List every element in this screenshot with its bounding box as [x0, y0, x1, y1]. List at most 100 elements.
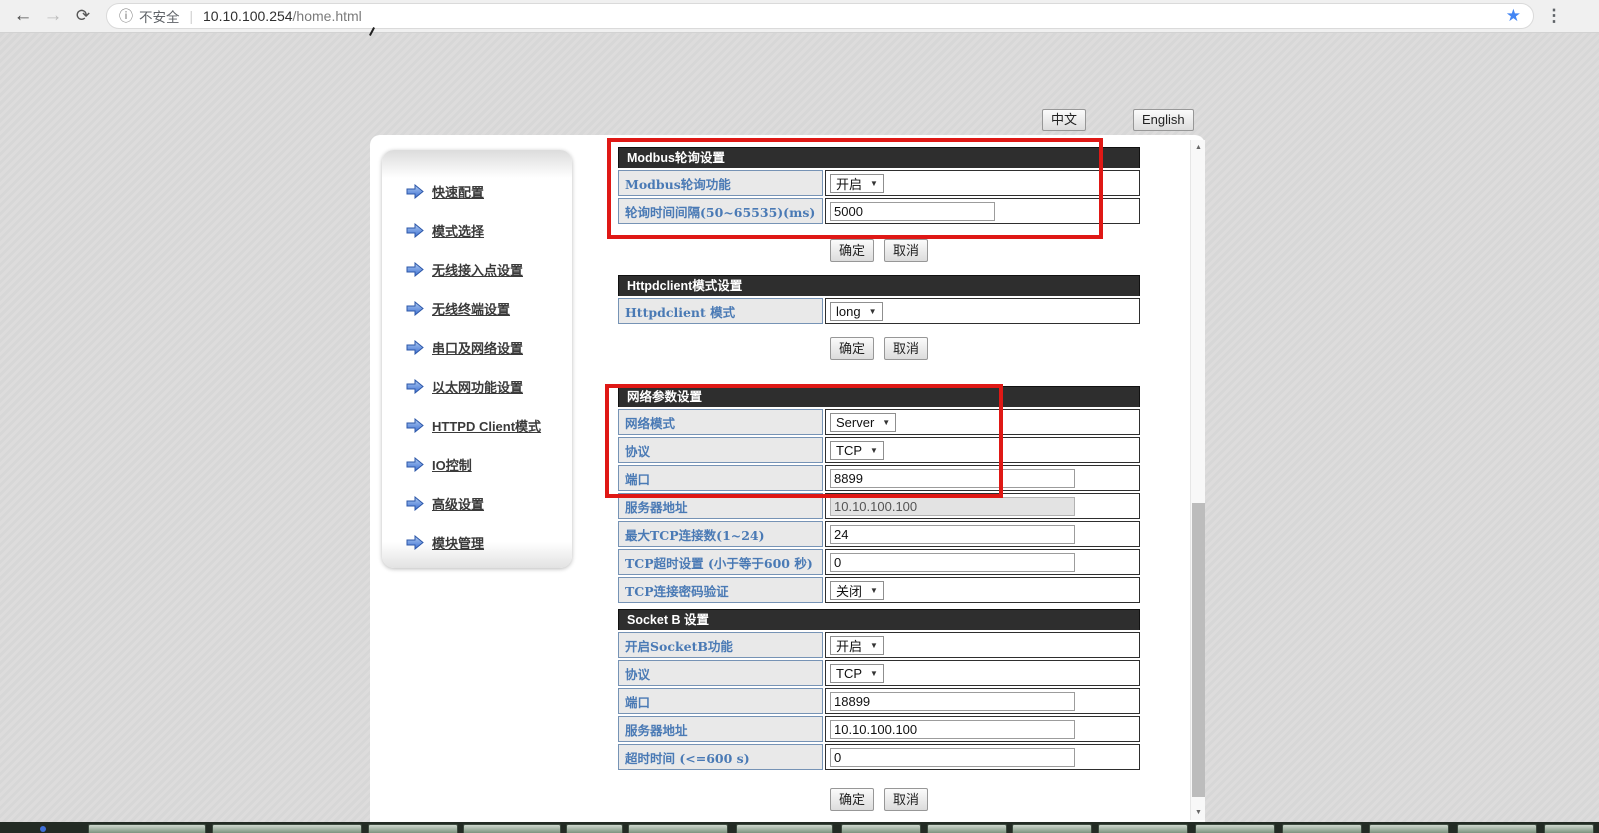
poll-interval-input[interactable]: [830, 202, 995, 221]
taskbar-window-button[interactable]: [463, 824, 561, 833]
socketb-port-input[interactable]: [830, 692, 1075, 711]
sidebar-item-8[interactable]: 高级设置: [406, 484, 572, 523]
reload-icon[interactable]: ⟳: [68, 6, 98, 26]
address-bar[interactable]: ⓘ 不安全 | 10.10.100.254 /home.html ★: [106, 3, 1534, 29]
taskbar-window-button[interactable]: [841, 824, 921, 833]
sidebar-item-label[interactable]: IO控制: [432, 455, 472, 474]
sidebar-item-label[interactable]: 串口及网络设置: [432, 338, 523, 357]
url-separator: |: [190, 9, 194, 24]
max-tcp-connections-input[interactable]: [830, 525, 1075, 544]
sidebar-item-1[interactable]: 模式选择: [406, 211, 572, 250]
row-label: TCP超时设置 (小于等于600 秒): [618, 549, 823, 575]
taskbar-window-button[interactable]: [1369, 824, 1449, 833]
chevron-down-icon: ▼: [882, 418, 890, 427]
sidebar-item-7[interactable]: IO控制: [406, 445, 572, 484]
sidebar-item-5[interactable]: 以太网功能设置: [406, 367, 572, 406]
table-row: 服务器地址: [618, 716, 1140, 742]
security-label: 不安全: [139, 6, 180, 26]
taskbar-window-button[interactable]: [88, 824, 206, 833]
row-label: 协议: [618, 660, 823, 686]
taskbar-window-button[interactable]: [628, 824, 728, 833]
arrow-right-icon: [406, 223, 424, 238]
network-mode-select[interactable]: Server ▼: [830, 413, 896, 432]
section-httpdclient: Httpdclient模式设置 Httpdclient 模式 long ▼: [618, 275, 1140, 324]
sidebar-item-6[interactable]: HTTPD Client模式: [406, 406, 572, 445]
browser-menu-icon[interactable]: ⋮: [1544, 6, 1564, 26]
arrow-right-icon: [406, 340, 424, 355]
sidebar-item-9[interactable]: 模块管理: [406, 523, 572, 562]
row-value-cell: 关闭 ▼: [825, 577, 1140, 603]
section-title: Modbus轮询设置: [618, 147, 1140, 168]
language-english-button[interactable]: English: [1133, 109, 1194, 131]
row-label: 网络模式: [618, 409, 823, 435]
taskbar-window-button[interactable]: [1282, 824, 1362, 833]
confirm-button[interactable]: 确定: [830, 337, 874, 360]
httpdclient-mode-select[interactable]: long ▼: [830, 302, 883, 321]
sidebar-item-label[interactable]: 高级设置: [432, 494, 484, 513]
taskbar-window-button[interactable]: [1457, 824, 1537, 833]
sidebar-item-4[interactable]: 串口及网络设置: [406, 328, 572, 367]
settings-main-area: Modbus轮询设置 Modbus轮询功能 开启 ▼ 轮询时间间隔(50~655…: [618, 147, 1140, 811]
selected-option: long: [836, 304, 861, 319]
sidebar-item-label[interactable]: 模式选择: [432, 221, 484, 240]
row-value-cell: long ▼: [825, 298, 1140, 324]
sidebar-item-label[interactable]: HTTPD Client模式: [432, 416, 541, 435]
taskbar-window-button[interactable]: [212, 824, 362, 833]
sidebar-item-0[interactable]: 快速配置: [406, 172, 572, 211]
section-socket-b: Socket B 设置 开启SocketB功能 开启 ▼ 协议 TCP ▼: [618, 609, 1140, 770]
sidebar-item-label[interactable]: 无线终端设置: [432, 299, 510, 318]
sidebar-item-label[interactable]: 无线接入点设置: [432, 260, 523, 279]
confirm-button[interactable]: 确定: [830, 788, 874, 811]
sidebar-item-label[interactable]: 快速配置: [432, 182, 484, 201]
socketb-timeout-input[interactable]: [830, 748, 1075, 767]
taskbar-window-button[interactable]: [368, 824, 458, 833]
socketb-enable-select[interactable]: 开启 ▼: [830, 636, 884, 655]
taskbar-window-button[interactable]: [566, 824, 623, 833]
cancel-button[interactable]: 取消: [884, 337, 928, 360]
taskbar-window-button[interactable]: [736, 824, 833, 833]
sidebar-item-2[interactable]: 无线接入点设置: [406, 250, 572, 289]
url-host: 10.10.100.254: [203, 8, 293, 24]
socketb-server-address-input[interactable]: [830, 720, 1075, 739]
info-icon[interactable]: ⓘ: [119, 6, 133, 26]
scroll-down-icon[interactable]: ▼: [1191, 805, 1206, 820]
tcp-password-auth-select[interactable]: 关闭 ▼: [830, 581, 884, 600]
tcp-timeout-input[interactable]: [830, 553, 1075, 572]
chevron-down-icon: ▼: [869, 307, 877, 316]
taskbar-window-button[interactable]: [927, 824, 1007, 833]
table-row: 网络模式 Server ▼: [618, 409, 1140, 435]
taskbar-window-button[interactable]: [1544, 824, 1594, 833]
table-row: 协议 TCP ▼: [618, 660, 1140, 686]
sidebar-item-label[interactable]: 以太网功能设置: [432, 377, 523, 396]
cancel-button[interactable]: 取消: [884, 788, 928, 811]
bookmark-star-icon[interactable]: ★: [1506, 6, 1521, 26]
server-address-input-disabled: [830, 497, 1075, 516]
taskbar-window-button[interactable]: [1012, 824, 1092, 833]
sidebar-item-3[interactable]: 无线终端设置: [406, 289, 572, 328]
scrollbar-thumb[interactable]: [1192, 503, 1205, 797]
row-value-cell: 开启 ▼: [825, 170, 1140, 196]
row-label: 服务器地址: [618, 493, 823, 519]
section-title: Socket B 设置: [618, 609, 1140, 630]
taskbar-window-button[interactable]: [1195, 824, 1275, 833]
cancel-button[interactable]: 取消: [884, 239, 928, 262]
arrow-right-icon: [406, 379, 424, 394]
language-chinese-button[interactable]: 中文: [1042, 109, 1086, 131]
chevron-down-icon: ▼: [870, 179, 878, 188]
arrow-right-icon: [406, 496, 424, 511]
section-title: 网络参数设置: [618, 386, 1140, 407]
sidebar-menu: 快速配置模式选择无线接入点设置无线终端设置串口及网络设置以太网功能设置 HTTPD…: [382, 150, 572, 568]
taskbar-window-button[interactable]: [1098, 824, 1188, 833]
modbus-enable-select[interactable]: 开启 ▼: [830, 174, 884, 193]
scroll-up-icon[interactable]: ▲: [1191, 140, 1206, 155]
protocol-select[interactable]: TCP ▼: [830, 441, 884, 460]
back-icon[interactable]: ←: [8, 5, 38, 27]
table-row: 轮询时间间隔(50~65535)(ms): [618, 198, 1140, 224]
socketb-protocol-select[interactable]: TCP ▼: [830, 664, 884, 683]
port-input[interactable]: [830, 469, 1075, 488]
arrow-right-icon: [406, 301, 424, 316]
page-scrollbar[interactable]: ▲ ▼: [1190, 140, 1205, 820]
forward-icon[interactable]: →: [38, 5, 68, 27]
confirm-button[interactable]: 确定: [830, 239, 874, 262]
sidebar-item-label[interactable]: 模块管理: [432, 533, 484, 552]
